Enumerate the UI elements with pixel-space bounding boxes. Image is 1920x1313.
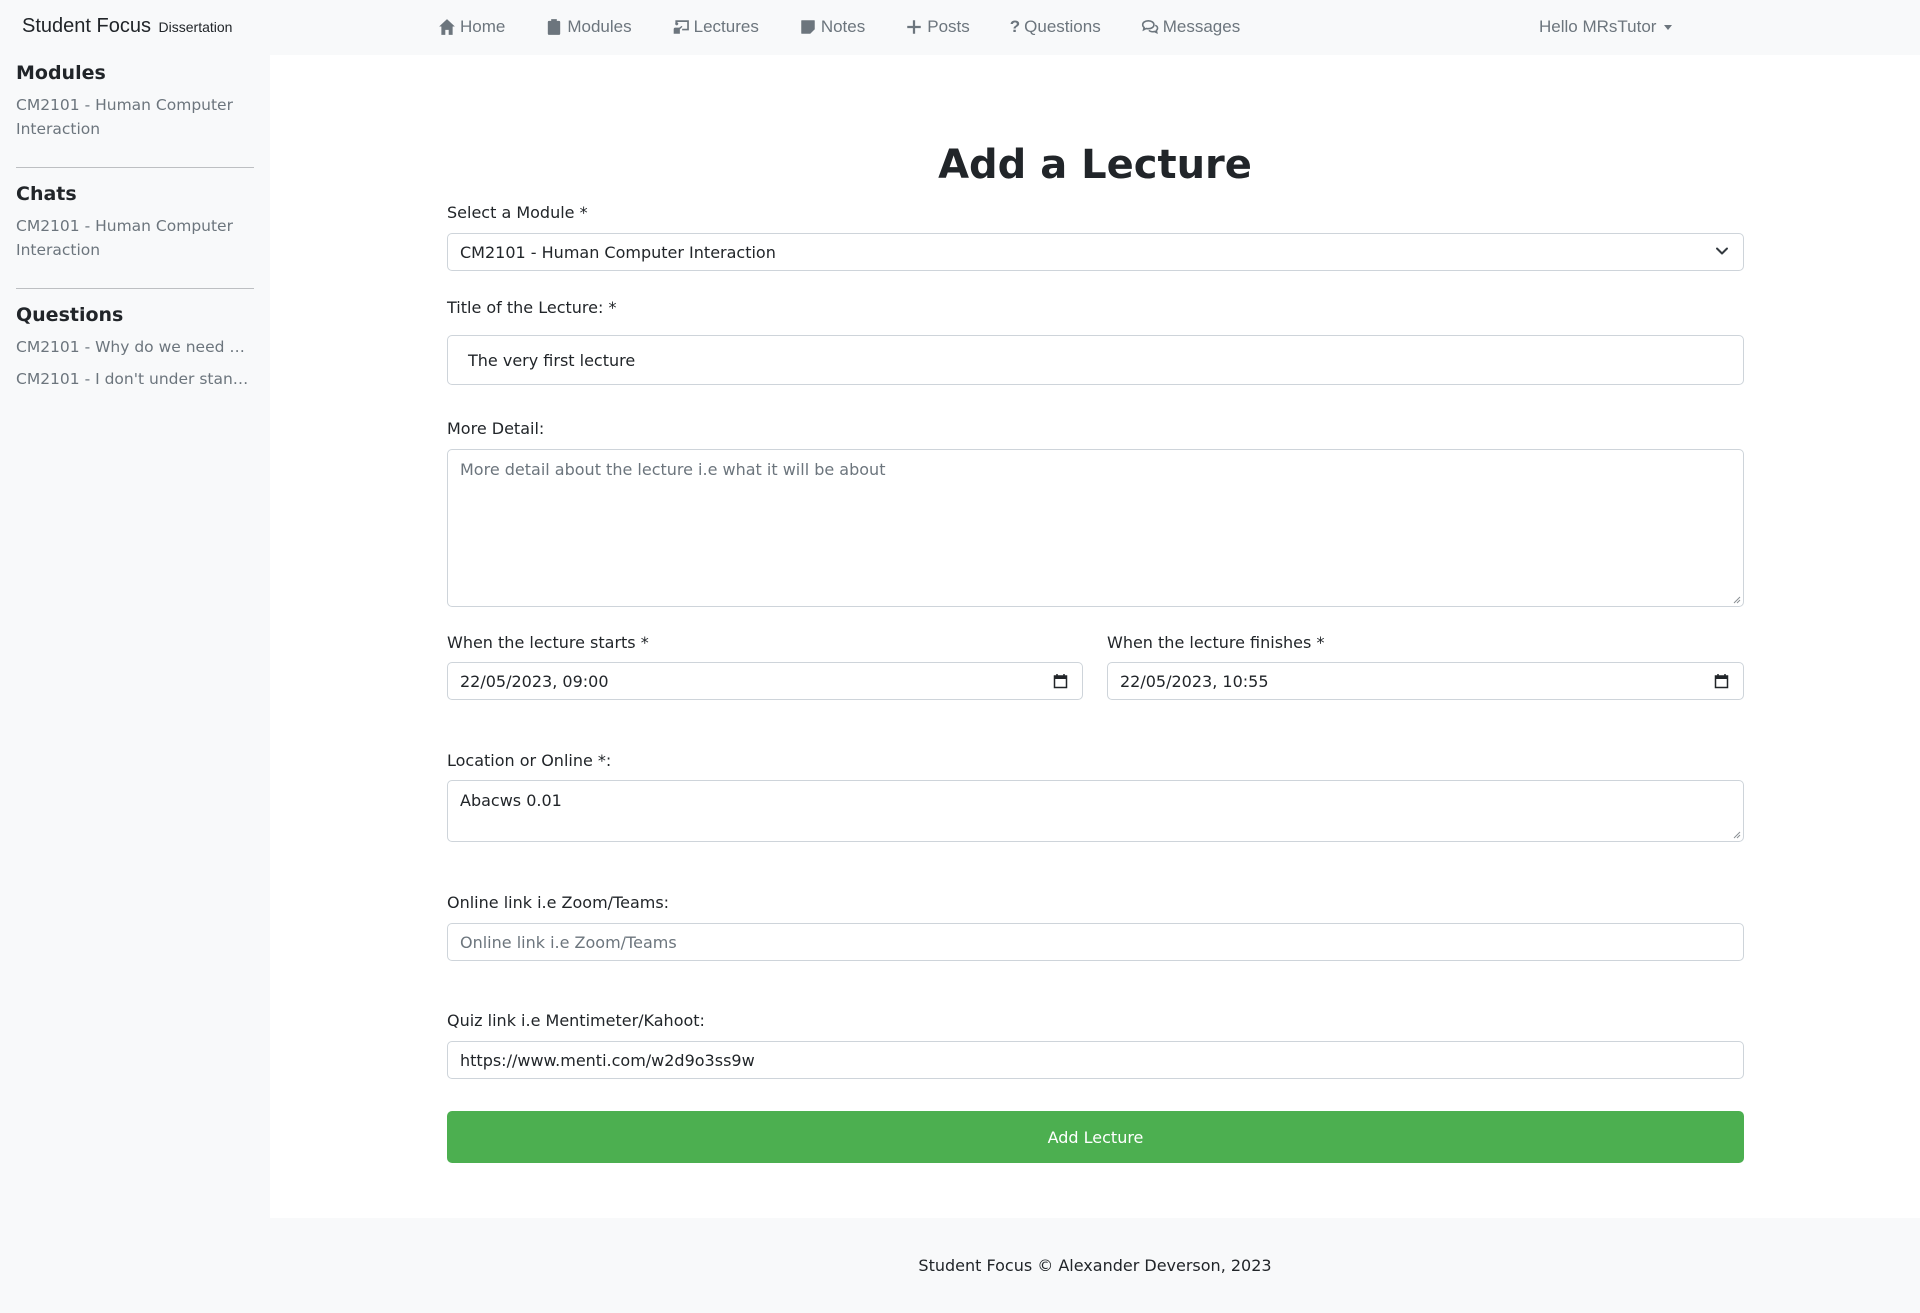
detail-placeholder: More detail about the lecture i.e what i… bbox=[460, 460, 886, 479]
sidebar-questions: Questions CM2101 - Why do we need user r… bbox=[16, 304, 254, 391]
quiz-link-value: https://www.menti.com/w2d9o3ss9w bbox=[460, 1050, 755, 1070]
add-lecture-button[interactable]: Add Lecture bbox=[447, 1111, 1744, 1163]
user-dropdown[interactable]: Hello MRsTutor bbox=[1539, 17, 1673, 37]
chat-bubbles-icon bbox=[1141, 20, 1159, 35]
footer-copyright: Student Focus © Alexander Deverson, 2023 bbox=[918, 1256, 1272, 1275]
nav-home-label: Home bbox=[460, 17, 506, 36]
sidebar-chats: Chats CM2101 - Human Computer Interactio… bbox=[16, 183, 254, 262]
nav-notes-label: Notes bbox=[820, 17, 866, 36]
finish-datetime-value: 22/05/2023, 10:55 bbox=[1120, 671, 1269, 691]
sidebar-module-item[interactable]: CM2101 - Human Computer Interaction bbox=[16, 93, 254, 141]
nav-notes[interactable]: Notes bbox=[799, 17, 865, 37]
location-textarea[interactable]: Abacws 0.01 bbox=[447, 780, 1744, 842]
nav-posts-label: Posts bbox=[927, 17, 970, 36]
module-select[interactable]: CM2101 - Human Computer Interaction bbox=[447, 233, 1744, 271]
detail-label: More Detail: bbox=[447, 419, 545, 438]
online-link-input[interactable]: Online link i.e Zoom/Teams bbox=[447, 923, 1744, 961]
start-datetime-value: 22/05/2023, 09:00 bbox=[460, 671, 609, 691]
sidebar-modules: Modules CM2101 - Human Computer Interact… bbox=[16, 62, 254, 141]
main-nav: Home Modules Lectures Notes Posts ? Ques… bbox=[438, 17, 1240, 37]
resize-grip-icon[interactable] bbox=[1731, 594, 1741, 604]
quiz-link-label: Quiz link i.e Mentimeter/Kahoot: bbox=[447, 1011, 705, 1030]
clipboard-icon bbox=[548, 19, 561, 35]
sticky-note-icon bbox=[801, 20, 815, 34]
nav-home[interactable]: Home bbox=[438, 17, 505, 37]
main-content: Add a Lecture Select a Module * CM2101 -… bbox=[270, 55, 1920, 1218]
quiz-link-input[interactable]: https://www.menti.com/w2d9o3ss9w bbox=[447, 1041, 1744, 1079]
nav-messages-label: Messages bbox=[1162, 17, 1241, 36]
module-select-label: Select a Module * bbox=[447, 203, 588, 222]
caret-down-icon bbox=[1664, 24, 1673, 30]
sidebar-chats-heading: Chats bbox=[16, 183, 77, 205]
nav-modules[interactable]: Modules bbox=[545, 17, 632, 37]
sidebar-modules-heading: Modules bbox=[16, 62, 106, 84]
online-link-placeholder: Online link i.e Zoom/Teams bbox=[460, 932, 677, 952]
finish-label: When the lecture finishes * bbox=[1107, 633, 1325, 652]
start-label: When the lecture starts * bbox=[447, 633, 649, 652]
sidebar-question-item[interactable]: CM2101 - Why do we need user research bbox=[16, 335, 254, 359]
question-icon: ? bbox=[1009, 17, 1021, 36]
nav-modules-label: Modules bbox=[567, 17, 632, 36]
sidebar-questions-heading: Questions bbox=[16, 304, 124, 326]
sidebar-question-item[interactable]: CM2101 - I don't under stand HCI bbox=[16, 367, 254, 391]
nav-posts[interactable]: Posts bbox=[905, 17, 970, 37]
chevron-down-icon bbox=[1716, 247, 1728, 255]
nav-questions-label: Questions bbox=[1024, 17, 1101, 36]
location-value: Abacws 0.01 bbox=[460, 791, 562, 810]
online-link-label: Online link i.e Zoom/Teams: bbox=[447, 893, 670, 912]
brand[interactable]: Student Focus Dissertation bbox=[22, 15, 232, 38]
sidebar-divider bbox=[16, 167, 254, 168]
nav-messages[interactable]: Messages bbox=[1141, 17, 1240, 37]
calendar-icon[interactable] bbox=[1053, 673, 1068, 689]
sidebar-divider bbox=[16, 288, 254, 289]
brand-subtitle: Dissertation bbox=[158, 19, 233, 35]
nav-lectures-label: Lectures bbox=[693, 17, 759, 36]
plus-icon bbox=[907, 20, 921, 34]
brand-name: Student Focus bbox=[22, 15, 151, 37]
lecture-title-value: The very first lecture bbox=[468, 350, 636, 370]
footer: Student Focus © Alexander Deverson, 2023 bbox=[0, 1218, 1920, 1313]
lecture-title-input[interactable]: The very first lecture bbox=[447, 335, 1744, 385]
start-datetime-input[interactable]: 22/05/2023, 09:00 bbox=[447, 662, 1083, 700]
top-navbar: Student Focus Dissertation Home Modules … bbox=[0, 0, 1920, 55]
calendar-icon[interactable] bbox=[1714, 673, 1729, 689]
add-lecture-button-label: Add Lecture bbox=[1047, 1127, 1144, 1147]
page-title: Add a Lecture bbox=[938, 142, 1252, 188]
house-icon bbox=[439, 19, 455, 35]
sidebar-chat-item[interactable]: CM2101 - Human Computer Interaction bbox=[16, 214, 254, 262]
sidebar: Modules CM2101 - Human Computer Interact… bbox=[0, 55, 270, 1218]
nav-lectures[interactable]: Lectures bbox=[672, 17, 759, 37]
user-greeting: Hello MRsTutor bbox=[1539, 17, 1657, 36]
detail-textarea[interactable]: More detail about the lecture i.e what i… bbox=[447, 449, 1744, 607]
location-label: Location or Online *: bbox=[447, 751, 612, 770]
presentation-icon bbox=[673, 20, 689, 34]
lecture-title-label: Title of the Lecture: * bbox=[447, 298, 617, 317]
resize-grip-icon[interactable] bbox=[1731, 829, 1741, 839]
module-select-value: CM2101 - Human Computer Interaction bbox=[460, 242, 776, 262]
finish-datetime-input[interactable]: 22/05/2023, 10:55 bbox=[1107, 662, 1744, 700]
nav-questions[interactable]: ? Questions bbox=[1010, 17, 1101, 37]
